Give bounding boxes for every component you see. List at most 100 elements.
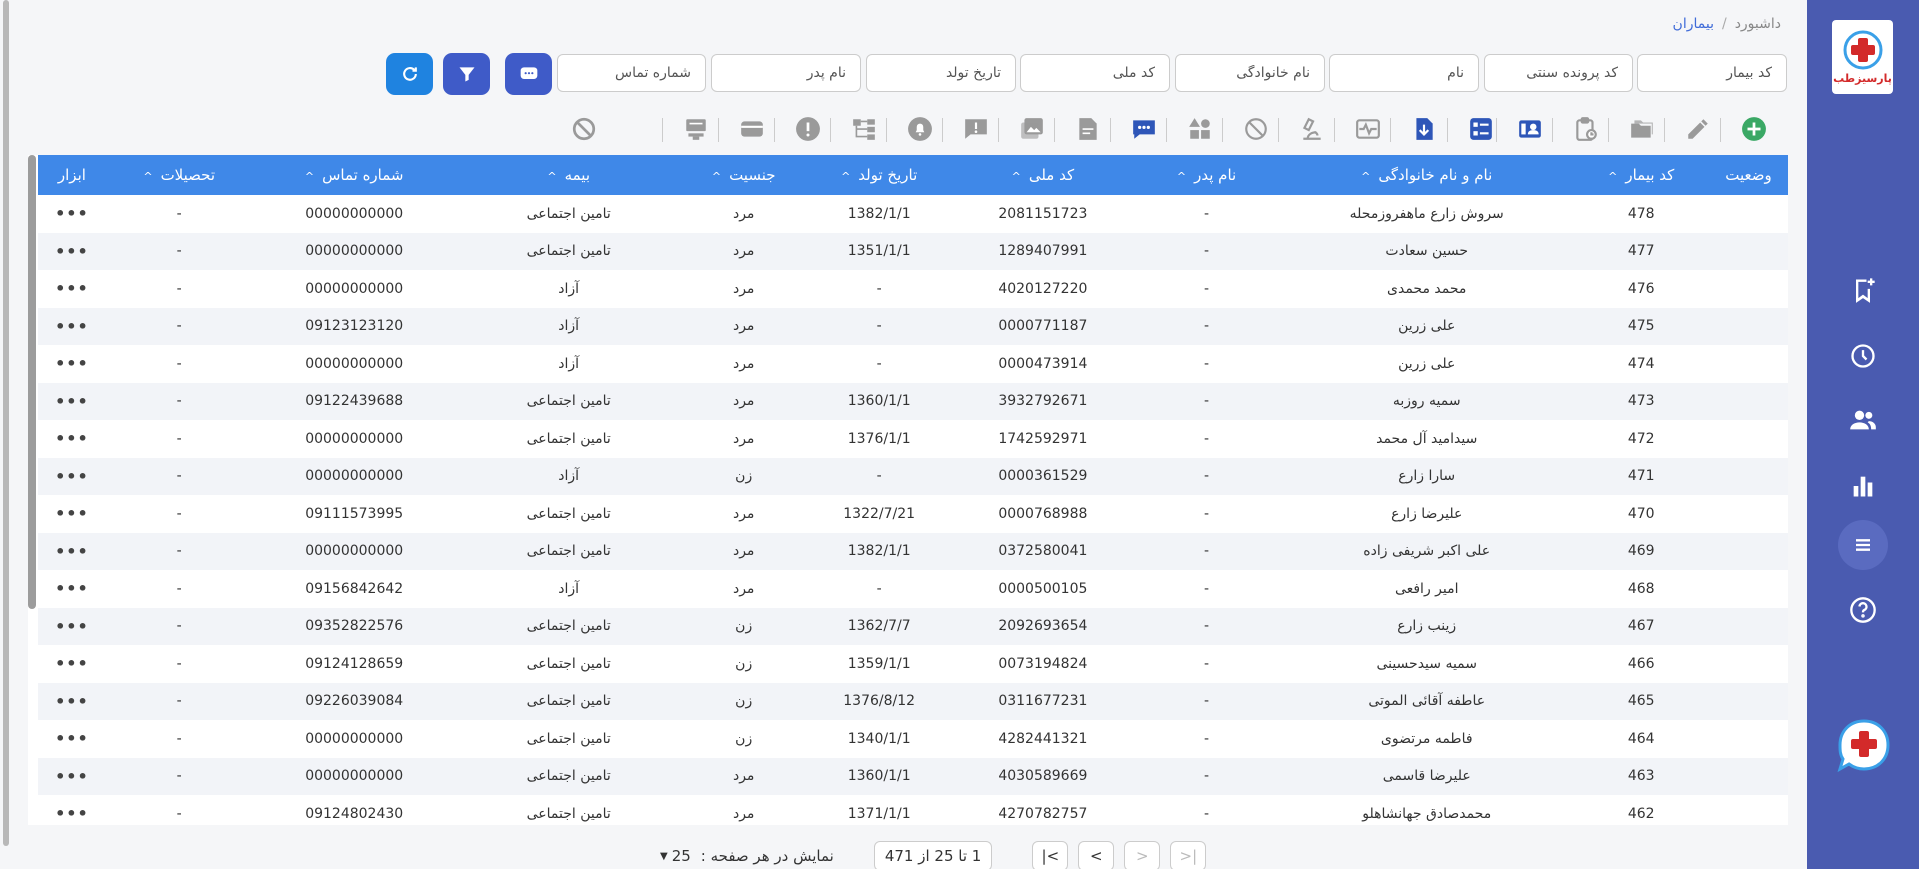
col-father-name[interactable]: نام پدر^ <box>1133 155 1280 195</box>
help-icon[interactable] <box>1843 590 1883 630</box>
hierarchy-tree-icon[interactable] <box>850 114 878 144</box>
folders-icon[interactable] <box>1628 114 1656 144</box>
category-shapes-icon[interactable] <box>1186 114 1214 144</box>
patient-code-input[interactable] <box>1637 54 1787 92</box>
checklist-icon[interactable] <box>1467 114 1495 144</box>
col-phone[interactable]: شماره تماس^ <box>253 155 456 195</box>
prev-page-button[interactable]: > <box>1124 841 1161 869</box>
vital-signs-icon[interactable] <box>1354 114 1382 144</box>
chat-support-icon[interactable] <box>1836 717 1892 783</box>
row-actions-button[interactable]: ••• <box>38 683 106 721</box>
filter-button[interactable] <box>443 53 490 95</box>
comment-alert-icon[interactable] <box>962 114 990 144</box>
block-circle-icon[interactable] <box>1242 114 1270 144</box>
microscope-icon[interactable] <box>1298 114 1326 144</box>
first-name-input[interactable] <box>1329 54 1479 92</box>
national-code-input[interactable] <box>1020 54 1170 92</box>
message-button[interactable] <box>505 53 552 95</box>
history-clock-icon[interactable] <box>1843 336 1883 376</box>
wallet-card-icon[interactable] <box>738 114 766 144</box>
col-gender[interactable]: جنسیت^ <box>682 155 806 195</box>
father-name-cell: - <box>1204 393 1210 410</box>
table-row[interactable]: 463 علیرضا قاسمی - 4030589669 1360/1/1 مرد تام… <box>38 757 1788 796</box>
row-actions-button[interactable]: ••• <box>38 608 106 646</box>
birth-date-input[interactable] <box>866 54 1016 92</box>
table-row[interactable]: 465 عاطفه آقائی الموتی - 0311677231 1376/8/1… <box>38 682 1788 721</box>
table-row[interactable]: 470 علیرضا زارع - 0000768988 1322/7/21 مرد تام… <box>38 495 1788 533</box>
phone-input[interactable] <box>557 54 706 92</box>
disabled-block-icon[interactable] <box>570 114 598 144</box>
table-row[interactable]: 469 علی اکبر شریفی زاده - 0372580041 1382/1/… <box>38 532 1788 571</box>
col-status[interactable]: وضعیت <box>1709 155 1788 195</box>
father-name-input[interactable] <box>711 54 861 92</box>
bookmark-add-icon[interactable] <box>1843 270 1883 310</box>
status-cell <box>1709 570 1788 608</box>
row-actions-button[interactable]: ••• <box>38 495 106 533</box>
cashier-desk-icon[interactable] <box>682 114 710 144</box>
table-row[interactable]: 462 محمدصادق جهانشاهلو - 4270782757 1371/1/1… <box>38 795 1788 825</box>
row-actions-button[interactable]: ••• <box>38 758 106 796</box>
more-dots-icon: ••• <box>55 691 89 711</box>
table-row[interactable]: 477 حسین سعادت - 1289407991 1351/1/1 مرد تامین… <box>38 232 1788 271</box>
row-actions-button[interactable]: ••• <box>38 645 106 683</box>
table-row[interactable]: 467 زینب زارع - 2092693654 1362/7/7 زن تامین ا… <box>38 607 1788 646</box>
row-actions-button[interactable]: ••• <box>38 420 106 458</box>
breadcrumb-home[interactable]: داشبورد <box>1735 16 1781 32</box>
col-insurance[interactable]: بیمه^ <box>456 155 682 195</box>
per-page-select[interactable]: ▼ 25 <box>660 847 691 865</box>
col-patient-code[interactable]: کد بیمار^ <box>1574 155 1709 195</box>
table-row[interactable]: 468 امیر رافعی - 0000500105 - مرد آزاد 09156842… <box>38 570 1788 608</box>
app-logo[interactable]: پارسیزطب <box>1832 20 1893 94</box>
table-row[interactable]: 474 علی زرین - 0000473914 - مرد آزاد 0000000000… <box>38 345 1788 383</box>
last-page-button[interactable]: |< <box>1032 841 1069 869</box>
table-row[interactable]: 473 سمیه روزبه - 3932792671 1360/1/1 مرد تامین… <box>38 382 1788 421</box>
table-row[interactable]: 471 سارا زارع - 0000361529 - زن آزاد 0000000000… <box>38 457 1788 496</box>
row-actions-button[interactable]: ••• <box>38 383 106 421</box>
menu-hamburger-icon[interactable] <box>1838 520 1888 570</box>
users-icon[interactable] <box>1843 400 1883 440</box>
edit-pencil-icon[interactable] <box>1684 114 1712 144</box>
next-page-button[interactable]: < <box>1078 841 1115 869</box>
file-download-icon[interactable] <box>1410 114 1438 144</box>
row-actions-button[interactable]: ••• <box>38 795 106 825</box>
col-birth-date[interactable]: تاریخ تولد^ <box>806 155 953 195</box>
table-row[interactable]: 476 محمد محمدی - 4020127220 - مرد آزاد 00000000… <box>38 270 1788 308</box>
table-row[interactable]: 472 سیدامید آل محمد - 1742592971 1376/1/1 مرد… <box>38 420 1788 458</box>
col-national-code[interactable]: کد ملی^ <box>953 155 1134 195</box>
col-education[interactable]: تحصیلات^ <box>106 155 253 195</box>
row-actions-button[interactable]: ••• <box>38 533 106 571</box>
row-actions-button[interactable]: ••• <box>38 233 106 271</box>
table-row[interactable]: 475 علی زرین - 0000771187 - مرد آزاد 0912312312… <box>38 307 1788 346</box>
last-name-input[interactable] <box>1175 54 1325 92</box>
add-patient-icon[interactable] <box>1740 114 1768 144</box>
table-row[interactable]: 478 سروش زارع ماهفروزمحله - 2081151723 1382/… <box>38 195 1788 233</box>
first-page-button[interactable]: >| <box>1170 841 1207 869</box>
full-name-cell: علی زرین <box>1398 318 1456 335</box>
col-full-name[interactable]: نام و نام خانوادگی^ <box>1280 155 1574 195</box>
bar-chart-icon[interactable] <box>1843 466 1883 506</box>
row-actions-button[interactable]: ••• <box>38 345 106 383</box>
status-cell <box>1709 758 1788 796</box>
table-row[interactable]: 464 فاطمه مرتضوی - 4282441321 1340/1/1 زن تامی… <box>38 720 1788 758</box>
page-scrollbar[interactable] <box>3 0 9 846</box>
clipboard-history-icon[interactable] <box>1572 114 1600 144</box>
id-card-icon[interactable] <box>1516 114 1544 144</box>
breadcrumb-current[interactable]: بیماران <box>1673 16 1714 32</box>
warning-alert-icon[interactable] <box>794 114 822 144</box>
traditional-file-code-input[interactable] <box>1484 54 1633 92</box>
notification-bell-icon[interactable] <box>906 114 934 144</box>
row-actions-button[interactable]: ••• <box>38 270 106 308</box>
image-gallery-icon[interactable] <box>1018 114 1046 144</box>
chat-more-icon[interactable] <box>1130 114 1158 144</box>
row-actions-button[interactable]: ••• <box>38 308 106 346</box>
table-row[interactable]: 466 سمیه سیدحسینی - 0073194824 1359/1/1 زن تام… <box>38 645 1788 683</box>
row-actions-button[interactable]: ••• <box>38 720 106 758</box>
row-actions-button[interactable]: ••• <box>38 458 106 496</box>
refresh-button[interactable] <box>386 53 433 95</box>
row-actions-button[interactable]: ••• <box>38 570 106 608</box>
document-note-icon[interactable] <box>1074 114 1102 144</box>
row-actions-button[interactable]: ••• <box>38 195 106 233</box>
patient-code-cell: 476 <box>1627 280 1655 297</box>
table-scrollbar[interactable] <box>28 155 36 609</box>
father-name-cell: - <box>1204 505 1210 522</box>
